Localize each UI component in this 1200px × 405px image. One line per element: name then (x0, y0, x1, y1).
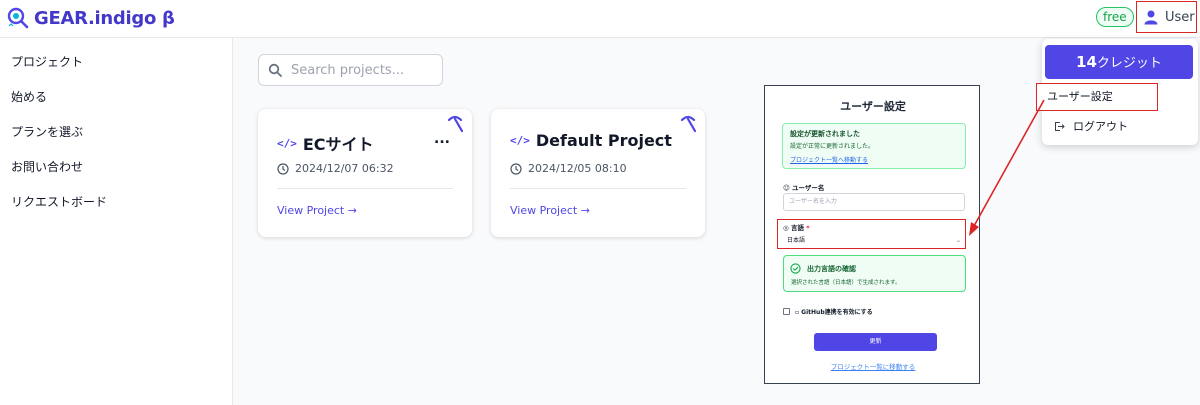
language-value: 日本語 (787, 237, 806, 244)
project-card[interactable]: </> ECサイト ... 2024/12/07 06:32 View Proj… (258, 109, 472, 237)
credits-count: 14 (1076, 53, 1097, 71)
divider (277, 188, 453, 189)
success-alert: 設定が更新されました 設定が正常に更新されました。 プロジェクト一覧へ移動する (782, 123, 966, 169)
success-body: 設定が正常に更新されました。 (790, 143, 875, 150)
language-label: 言語 (790, 224, 804, 232)
search-icon (268, 63, 282, 77)
pickaxe-icon[interactable] (679, 115, 697, 133)
clock-icon (510, 162, 522, 175)
code-icon: </> (510, 134, 530, 147)
github-label-row: ▫ GitHub連携を有効にする (795, 307, 873, 316)
github-checkbox[interactable] (783, 308, 790, 315)
confirm-body: 選択された言語（日本語）で生成されます。 (791, 280, 901, 286)
username-label-row: ☺ ユーザー名 (783, 182, 824, 192)
sidebar-item-get-started[interactable]: 始める (11, 88, 47, 105)
view-project-link[interactable]: View Project → (510, 204, 590, 217)
success-link[interactable]: プロジェクト一覧へ移動する (790, 155, 958, 164)
project-list-link[interactable]: プロジェクト一覧に移動する (765, 361, 979, 371)
project-date: 2024/12/05 08:10 (528, 162, 627, 175)
project-name[interactable]: Default Project (536, 131, 672, 150)
credits-unit: クレジット (1096, 56, 1162, 71)
search-box[interactable] (258, 54, 443, 86)
language-label-row: ◎ 言語 * (783, 222, 810, 232)
sidebar-item-contact[interactable]: お問い合わせ (11, 158, 83, 175)
user-menu-button[interactable]: User (1136, 1, 1197, 33)
top-header: GEAR.indigo β free User (0, 0, 1200, 38)
username-field[interactable]: ユーザー名を入力 (783, 193, 965, 211)
sidebar-item-projects[interactable]: プロジェクト (11, 53, 83, 70)
credits-button[interactable]: 14クレジット (1045, 45, 1193, 79)
user-icon (1144, 10, 1158, 25)
user-label: User (1165, 9, 1195, 25)
language-select[interactable]: 日本語 ⌄ (783, 234, 965, 247)
card-title-row: </> ECサイト (277, 131, 374, 155)
magnifier-logo-icon (7, 7, 29, 29)
plan-badge: free (1096, 7, 1134, 27)
logo[interactable]: GEAR.indigo β (6, 6, 175, 30)
logout-icon (1055, 121, 1065, 131)
project-card[interactable]: </> Default Project 2024/12/05 08:10 Vie… (491, 109, 705, 237)
search-input[interactable] (291, 62, 431, 78)
required-mark: * (806, 224, 810, 232)
success-title: 設定が更新されました (790, 130, 860, 138)
settings-title: ユーザー設定 (840, 100, 906, 113)
menu-item-user-settings[interactable]: ユーザー設定 (1036, 83, 1158, 111)
github-label: GitHub連携を有効にする (801, 309, 873, 316)
project-name[interactable]: ECサイト (303, 131, 374, 155)
globe-icon: ◎ (783, 224, 789, 232)
user-outline-icon: ☺ (783, 184, 790, 192)
project-date: 2024/12/07 06:32 (295, 162, 394, 175)
logout-label: ログアウト (1073, 120, 1128, 133)
app-title: GEAR.indigo β (34, 7, 175, 29)
confirm-title: 出力言語の確認 (807, 265, 856, 273)
view-project-link[interactable]: View Project → (277, 204, 357, 217)
update-button[interactable]: 更新 (814, 333, 937, 351)
code-icon: </> (277, 136, 297, 150)
sidebar-item-plans[interactable]: プランを選ぶ (11, 123, 83, 140)
user-dropdown: 14クレジット ユーザー設定 ログアウト (1036, 39, 1198, 145)
card-date-row: 2024/12/07 06:32 (277, 162, 394, 175)
sidebar: プロジェクト 始める プランを選ぶ お問い合わせ リクエストボード (0, 38, 233, 405)
divider (510, 188, 686, 189)
card-date-row: 2024/12/05 08:10 (510, 162, 627, 175)
chevron-down-icon: ⌄ (955, 237, 961, 244)
check-circle-icon (790, 263, 801, 274)
github-icon: ▫ (795, 309, 800, 316)
language-confirm-alert: 出力言語の確認 選択された言語（日本語）で生成されます。 (783, 255, 966, 292)
clock-icon (277, 162, 289, 175)
user-settings-preview: ユーザー設定 設定が更新されました 設定が正常に更新されました。 プロジェクト一… (764, 85, 980, 384)
sidebar-item-request-board[interactable]: リクエストボード (11, 193, 107, 210)
app-root: GEAR.indigo β free User プロジェクト 始める プランを選… (0, 0, 1200, 405)
more-options-icon[interactable]: ... (434, 131, 450, 147)
menu-item-logout[interactable]: ログアウト (1054, 118, 1128, 134)
username-label: ユーザー名 (792, 184, 825, 192)
card-title-row: </> Default Project (510, 131, 672, 150)
